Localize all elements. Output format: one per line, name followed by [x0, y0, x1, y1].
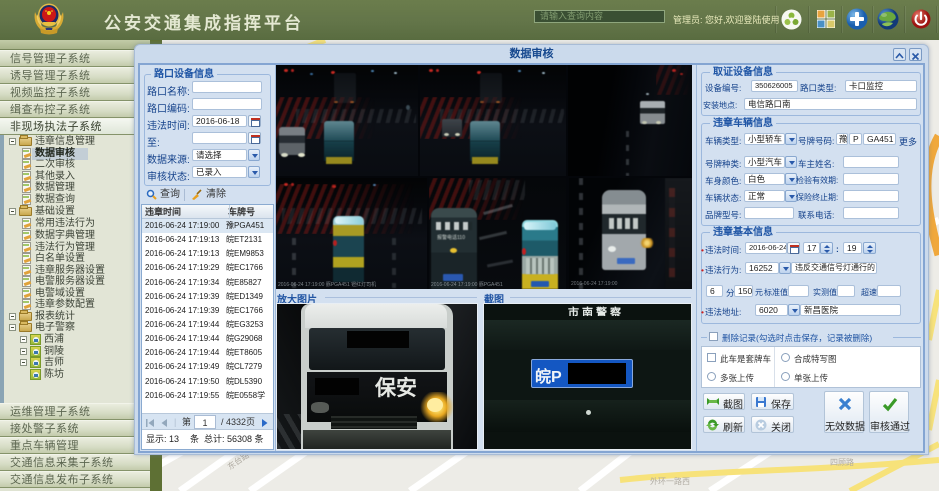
svg-text:四顾路: 四顾路: [830, 457, 854, 467]
svg-text:外环一路西: 外环一路西: [650, 476, 690, 486]
